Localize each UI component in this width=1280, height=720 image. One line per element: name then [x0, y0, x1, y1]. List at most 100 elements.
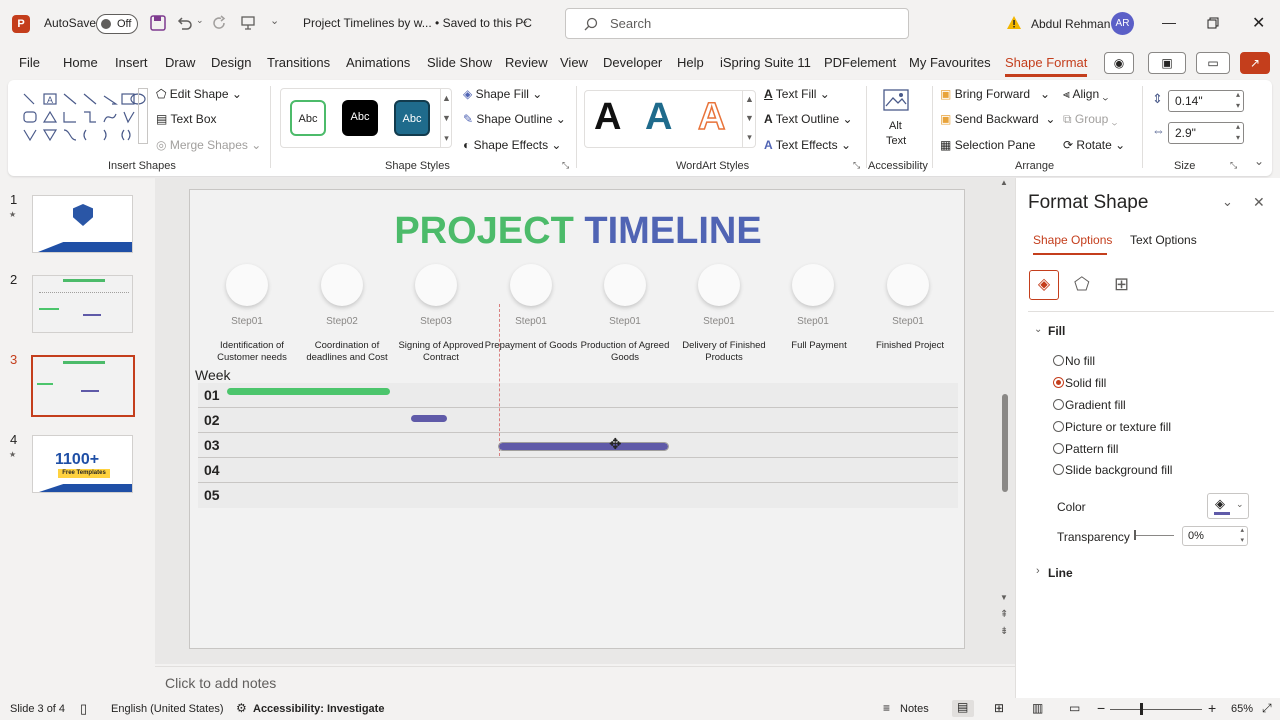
undo-icon[interactable]	[176, 15, 192, 31]
radio-slide-background-fill[interactable]	[1053, 464, 1064, 475]
minimize-icon[interactable]: —	[1162, 14, 1176, 30]
transparency-slider[interactable]	[1134, 535, 1174, 536]
transparency-slider-thumb[interactable]	[1134, 530, 1136, 540]
spellcheck-icon[interactable]: ▯	[80, 701, 87, 717]
tab-design[interactable]: Design	[211, 55, 251, 70]
present-icon[interactable]	[240, 15, 256, 31]
fit-to-window-icon[interactable]: ⤢	[1262, 701, 1272, 716]
shape-outline-button[interactable]: ✎ Shape Outline ⌄	[463, 112, 566, 126]
scroll-down-icon[interactable]: ▼	[1000, 593, 1008, 602]
normal-view-button[interactable]: ▤	[952, 700, 974, 717]
avatar[interactable]: AR	[1111, 12, 1134, 35]
step-circle-8[interactable]	[887, 264, 929, 306]
tab-developer[interactable]: Developer	[603, 55, 662, 70]
next-slide-icon[interactable]: ⇟	[1000, 626, 1008, 637]
text-effects-button[interactable]: A Text Effects ⌄	[764, 138, 851, 152]
timeline-bar-week-2[interactable]	[411, 415, 447, 422]
shape-styles-launcher-icon[interactable]: ⤡	[562, 160, 569, 171]
zoom-slider-thumb[interactable]	[1140, 703, 1143, 715]
rotate-button[interactable]: ⟳ Rotate ⌄	[1063, 138, 1125, 152]
transparency-spinner-icon[interactable]: ▴ ▾	[1240, 526, 1244, 546]
user-name[interactable]: Abdul Rehman	[1031, 17, 1110, 31]
customize-toolbar-icon[interactable]: ⌄	[270, 14, 279, 27]
send-backward-button[interactable]: ▣ Send Backward ⌄	[940, 112, 1055, 126]
size-launcher-icon[interactable]: ⤡	[1230, 160, 1237, 171]
tab-my-favourites[interactable]: My Favourites	[909, 55, 991, 70]
selection-pane-button[interactable]: ▦ Selection Pane	[940, 138, 1035, 152]
tab-view[interactable]: View	[560, 55, 588, 70]
timeline-bar-week-1[interactable]	[227, 388, 390, 395]
width-spinner-icon[interactable]: ▴ ▾	[1236, 121, 1240, 143]
shape-height-input[interactable]: 0.14" ▴ ▾	[1168, 90, 1244, 112]
tab-draw[interactable]: Draw	[165, 55, 195, 70]
edit-shape-button[interactable]: ⬠ Edit Shape ⌄	[156, 87, 242, 101]
shape-width-input[interactable]: 2.9" ▴ ▾	[1168, 122, 1244, 144]
step-circle-7[interactable]	[792, 264, 834, 306]
radio-no-fill[interactable]	[1053, 355, 1064, 366]
slide-thumbnail-3-selected[interactable]	[31, 355, 135, 417]
radio-pattern-fill[interactable]	[1053, 443, 1064, 454]
wordart-launcher-icon[interactable]: ⤡	[853, 160, 860, 171]
slide-thumbnail-2[interactable]	[32, 275, 133, 333]
warning-icon[interactable]	[1006, 15, 1022, 31]
line-section-header[interactable]: Line	[1048, 566, 1073, 580]
tab-slide-show[interactable]: Slide Show	[427, 55, 492, 70]
zoom-slider[interactable]	[1110, 709, 1202, 710]
slideshow-view-icon[interactable]: ▭	[1069, 701, 1080, 715]
zoom-out-icon[interactable]: −	[1097, 700, 1105, 716]
notes-button[interactable]: Notes	[900, 703, 929, 715]
shape-style-sample-3[interactable]: Abc	[394, 100, 430, 136]
step-circle-6[interactable]	[698, 264, 740, 306]
label-solid-fill[interactable]: Solid fill	[1065, 376, 1106, 390]
label-no-fill[interactable]: No fill	[1065, 354, 1095, 368]
tab-animations[interactable]: Animations	[346, 55, 410, 70]
tab-home[interactable]: Home	[63, 55, 98, 70]
tab-pdfelement[interactable]: PDFelement	[824, 55, 896, 70]
tab-help[interactable]: Help	[677, 55, 704, 70]
slide-sorter-icon[interactable]: ⊞	[994, 701, 1004, 715]
document-title[interactable]: Project Timelines by w... • Saved to thi…	[303, 16, 532, 30]
effects-pentagon-icon[interactable]: ⬠	[1074, 274, 1090, 295]
title-chevron-down-icon[interactable]: ⌄	[520, 14, 529, 27]
step-circle-4[interactable]	[510, 264, 552, 306]
alt-text-button[interactable]: Alt Text	[876, 86, 918, 154]
shape-effects-button[interactable]: ◐ Shape Effects ⌄	[463, 138, 561, 152]
label-pattern-fill[interactable]: Pattern fill	[1065, 442, 1118, 456]
step-circle-3[interactable]	[415, 264, 457, 306]
previous-slide-icon[interactable]: ⇞	[1000, 609, 1008, 620]
bring-forward-button[interactable]: ▣ Bring Forward ⌄	[940, 87, 1050, 101]
notes-icon[interactable]: ≡	[883, 701, 890, 715]
shapes-gallery-scroll[interactable]	[138, 88, 148, 144]
size-properties-icon[interactable]: ⊞	[1114, 274, 1129, 295]
timeline-bar-week-3-selected[interactable]	[498, 442, 669, 451]
fill-line-icon[interactable]: ◈	[1029, 270, 1059, 300]
zoom-in-icon[interactable]: +	[1208, 700, 1216, 716]
collapse-ribbon-icon[interactable]: ⌄	[1254, 154, 1264, 168]
slide-canvas[interactable]: PROJECT TIMELINE Step01 Step02 Step03 St…	[189, 189, 965, 649]
autosave-toggle[interactable]: Off	[96, 14, 138, 34]
slide-thumbnail-1[interactable]	[32, 195, 133, 253]
shapes-gallery[interactable]: A	[20, 90, 146, 146]
label-slide-background-fill[interactable]: Slide background fill	[1065, 463, 1172, 477]
comments-button[interactable]: ▭	[1196, 52, 1230, 74]
slide-thumbnail-4[interactable]: 1100+ Free Templates	[32, 435, 133, 493]
tab-transitions[interactable]: Transitions	[267, 55, 330, 70]
text-outline-button[interactable]: A Text Outline ⌄	[764, 112, 853, 126]
step-circle-1[interactable]	[226, 264, 268, 306]
shape-style-sample-1[interactable]: Abc	[290, 100, 326, 136]
step-circle-5[interactable]	[604, 264, 646, 306]
shape-styles-scroll[interactable]: ▲ ▼ ▾	[440, 88, 452, 148]
reading-view-icon[interactable]: ▥	[1032, 701, 1043, 715]
text-box-button[interactable]: ▤ Text Box	[156, 112, 217, 126]
wordart-sample-3[interactable]: A	[697, 95, 726, 139]
tab-review[interactable]: Review	[505, 55, 548, 70]
undo-dropdown-icon[interactable]: ⌄	[196, 15, 204, 26]
tab-shape-options[interactable]: Shape Options	[1033, 233, 1112, 247]
tab-insert[interactable]: Insert	[115, 55, 148, 70]
radio-gradient-fill[interactable]	[1053, 399, 1064, 410]
tab-file[interactable]: File	[19, 55, 40, 70]
zoom-level[interactable]: 65%	[1231, 703, 1253, 715]
language-indicator[interactable]: English (United States)	[111, 703, 224, 715]
label-picture-fill[interactable]: Picture or texture fill	[1065, 420, 1171, 434]
close-icon[interactable]: ✕	[1252, 13, 1265, 33]
